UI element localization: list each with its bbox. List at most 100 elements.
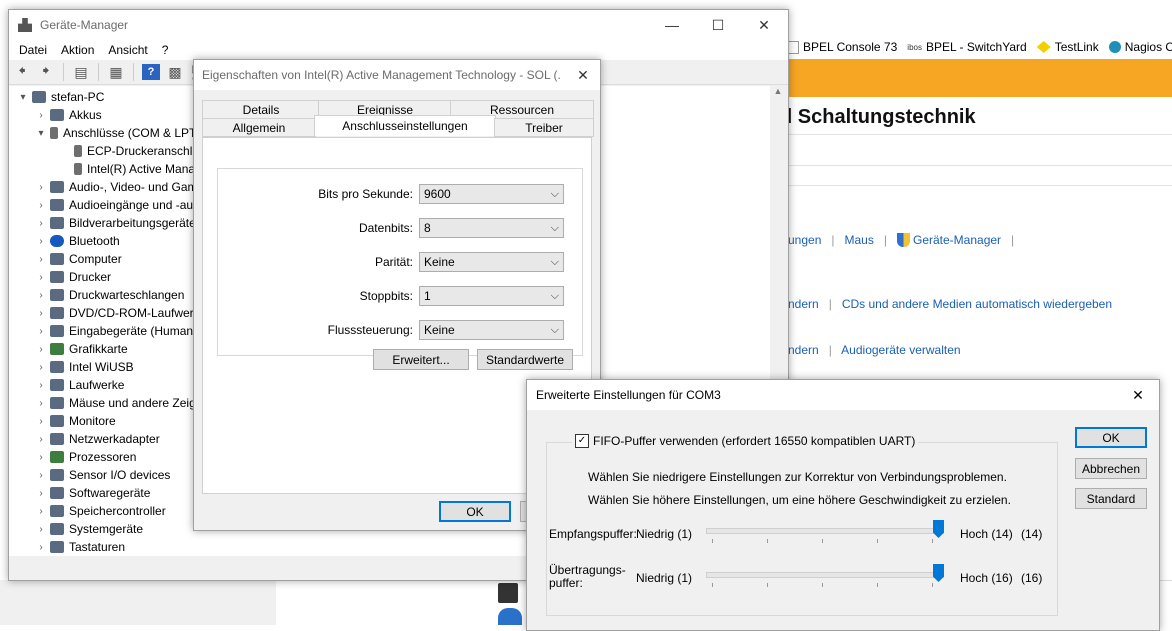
expand-chevron-icon[interactable]: › [35,110,47,121]
expand-chevron-icon[interactable]: › [35,218,47,229]
tree-item[interactable]: › Prozessoren [35,448,136,466]
transmit-buffer-slider[interactable] [706,572,944,578]
expand-chevron-icon[interactable]: › [35,200,47,211]
help-icon[interactable]: ? [142,64,160,80]
tab-anschlusseinstellungen[interactable]: Anschlusseinstellungen [314,115,496,136]
setting-row: Flusssteuerung: Keine ⌵ [218,319,582,341]
setting-select[interactable]: Keine ⌵ [419,320,564,340]
tree-item[interactable]: › Computer [35,250,121,268]
collapse-chevron-icon[interactable]: ▾ [17,92,29,103]
setting-select[interactable]: 9600 ⌵ [419,184,564,204]
bookmark-nagios[interactable]: Nagios Orte [1108,40,1172,54]
expand-chevron-icon[interactable]: › [35,398,47,409]
expand-chevron-icon[interactable]: › [35,344,47,355]
receive-slider-thumb[interactable] [933,520,944,538]
transmit-slider-thumb[interactable] [933,564,944,582]
tree-item[interactable]: › Sensor I/O devices [35,466,170,484]
grid-view-icon[interactable]: ▩ [166,64,184,80]
tree-item[interactable]: › Akkus [35,106,101,124]
menu-aktion[interactable]: Aktion [61,43,94,57]
tree-item[interactable]: › Laufwerke [35,376,124,394]
setting-select[interactable]: 8 ⌵ [419,218,564,238]
tree-item-label: Druckwarteschlangen [69,288,185,302]
tree-item[interactable]: › Softwaregeräte [35,484,150,502]
tree-item[interactable]: › Netzwerkadapter [35,430,159,448]
expand-chevron-icon[interactable]: › [35,488,47,499]
slider-tick [767,539,768,543]
expand-chevron-icon[interactable]: › [35,380,47,391]
link-audiogeraete[interactable]: Audiogeräte verwalten [841,343,960,357]
tab-treiber[interactable]: Treiber [494,118,594,137]
advanced-titlebar[interactable]: Erweiterte Einstellungen für COM3 ✕ [527,380,1159,410]
default-button[interactable]: Standard [1075,488,1147,509]
bookmark-testlink[interactable]: TestLink [1036,40,1099,54]
close-button[interactable]: ✕ [566,60,600,90]
advanced-button[interactable]: Erweitert... [373,349,469,370]
expand-chevron-icon[interactable]: › [35,362,47,373]
fifo-checkbox[interactable]: ✓ [575,434,589,448]
scroll-up-icon[interactable]: ▲ [770,86,786,102]
bookmark-bpel-switchyard[interactable]: ibos BPEL - SwitchYard [907,40,1026,54]
link-autoplay[interactable]: CDs und andere Medien automatisch wieder… [842,297,1112,311]
expand-chevron-icon[interactable]: › [35,182,47,193]
expand-chevron-icon[interactable]: › [35,434,47,445]
ok-button[interactable]: OK [1075,427,1147,448]
tree-item[interactable]: › Grafikkarte [35,340,127,358]
tree-item[interactable]: › Monitore [35,412,115,430]
tree-item[interactable]: › Intel WiUSB [35,358,133,376]
properties-titlebar[interactable]: Eigenschaften von Intel(R) Active Manage… [194,60,600,90]
tree-item[interactable]: › Speichercontroller [35,502,165,520]
link-aendern[interactable]: ndern [788,297,819,311]
tree-item[interactable]: › Tastaturen [35,538,125,556]
link-aendern-2[interactable]: ndern [788,343,819,357]
menu-datei[interactable]: Datei [19,43,47,57]
expand-chevron-icon[interactable]: › [35,416,47,427]
tree-item[interactable]: › Druckwarteschlangen [35,286,184,304]
tree-item[interactable]: ▾ stefan-PC [17,88,104,106]
expand-chevron-icon[interactable]: › [35,524,47,535]
menu-ansicht[interactable]: Ansicht [108,43,147,57]
bookmark-bpel-console[interactable]: BPEL Console 73 [788,40,897,54]
setting-select[interactable]: Keine ⌵ [419,252,564,272]
expand-chevron-icon[interactable]: › [35,290,47,301]
menu-help[interactable]: ? [162,43,169,57]
tree-item[interactable]: ▾ Anschlüsse (COM & LPT) [35,124,200,142]
close-button[interactable]: ✕ [741,10,787,40]
ok-button[interactable]: OK [439,501,511,522]
forward-arrow-icon[interactable]: 🠺 [37,62,55,80]
close-button[interactable]: ✕ [1121,380,1155,410]
link-geraete-manager[interactable]: Geräte-Manager [913,233,1001,247]
fifo-option[interactable]: ✓ FIFO-Puffer verwenden (erfordert 16550… [572,434,919,448]
minimize-button[interactable]: — [649,10,695,40]
device-manager-titlebar[interactable]: Geräte-Manager — ☐ ✕ [9,10,788,40]
expand-chevron-icon[interactable]: › [35,308,47,319]
expand-chevron-icon[interactable]: › [35,506,47,517]
tree-item[interactable]: › Bluetooth [35,232,119,250]
link-einstellungen[interactable]: ungen [788,233,821,247]
back-arrow-icon[interactable]: 🠸 [13,62,31,80]
expand-chevron-icon[interactable]: › [35,326,47,337]
link-maus[interactable]: Maus [845,233,874,247]
collapse-chevron-icon[interactable]: ▾ [35,128,47,139]
properties-icon[interactable]: ▦ [107,64,125,80]
cancel-button[interactable]: Abbrechen [1075,458,1147,479]
expand-chevron-icon[interactable]: › [35,542,47,553]
receive-buffer-slider[interactable] [706,528,944,534]
tree-item[interactable]: › Systemgeräte [35,520,143,538]
expand-chevron-icon[interactable]: › [35,272,47,283]
expand-chevron-icon[interactable]: › [35,254,47,265]
tab-allgemein[interactable]: Allgemein [202,118,316,137]
setting-select[interactable]: 1 ⌵ [419,286,564,306]
maximize-button[interactable]: ☐ [695,10,741,40]
tree-item[interactable]: › Bildverarbeitungsgeräte [35,214,195,232]
hid-icon [50,325,64,337]
expand-chevron-icon[interactable]: › [35,452,47,463]
slider-tick [877,539,878,543]
tree-item[interactable]: › DVD/CD-ROM-Laufwerke [35,304,206,322]
tab-details[interactable]: Details [202,100,320,119]
tree-view-icon[interactable]: ▤ [72,64,90,80]
tree-item[interactable]: › Drucker [35,268,111,286]
expand-chevron-icon[interactable]: › [35,236,47,247]
expand-chevron-icon[interactable]: › [35,470,47,481]
defaults-button[interactable]: Standardwerte [477,349,573,370]
